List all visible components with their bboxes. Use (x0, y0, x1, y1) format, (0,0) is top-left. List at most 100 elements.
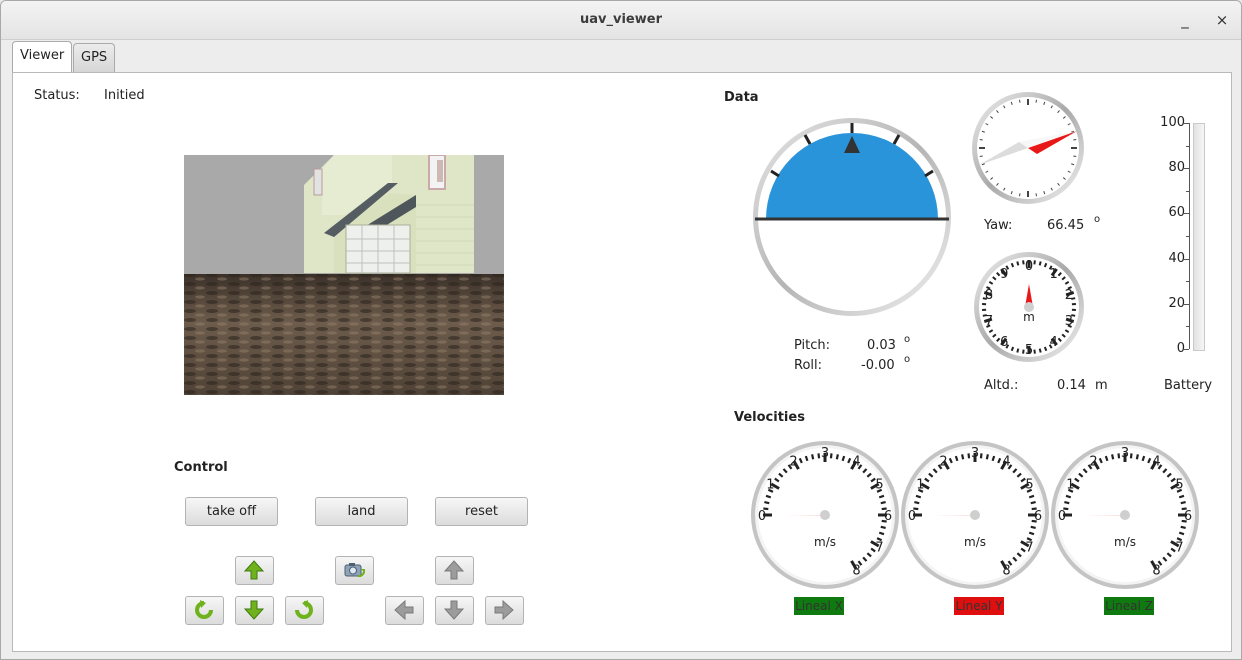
velocity-tick-label: 3 (971, 446, 979, 461)
arrow-up-icon (444, 560, 464, 580)
minimize-button[interactable]: _ (1174, 9, 1196, 31)
camera-image (184, 155, 504, 395)
velocity-tick-label: 0 (908, 509, 916, 524)
battery-tick (1183, 168, 1189, 170)
battery-tick (1183, 213, 1189, 215)
velocity-tick-label: 0 (1058, 509, 1066, 524)
altimeter-digit: 8 (985, 288, 993, 303)
velocity-tick (841, 455, 846, 462)
altimeter-tick (1016, 261, 1020, 266)
camera-switch-button[interactable] (335, 556, 374, 585)
rotate-right-icon (295, 600, 313, 619)
compass-tick (979, 138, 983, 141)
rotate-left-button[interactable] (185, 596, 224, 625)
velocity-tick (961, 454, 965, 460)
compass-tick (979, 155, 983, 158)
velocity-tick (829, 453, 833, 459)
velocity-unit: m/s (1114, 535, 1136, 549)
velocity-tick (1065, 494, 1072, 499)
altimeter-tick (1033, 260, 1036, 265)
velocity-tick-label: 3 (1121, 446, 1129, 461)
altimeter-digit: 0 (1025, 259, 1033, 274)
battery-minor-tick (1186, 326, 1189, 328)
velocity-unit: m/s (814, 535, 836, 549)
velocity-tick (1178, 494, 1185, 499)
reset-button[interactable]: reset (435, 497, 528, 526)
battery-tick (1183, 123, 1189, 124)
velocity-tick (811, 454, 815, 460)
compass-tick (1073, 138, 1077, 141)
altimeter-digit: 6 (1000, 335, 1008, 350)
velocity-tick (914, 501, 920, 505)
move-up-button[interactable] (435, 556, 474, 585)
velocity-tick (764, 501, 770, 505)
arrow-left-icon (394, 600, 414, 620)
velocity-tick-label: 8 (1002, 564, 1010, 579)
take-off-button[interactable]: take off (185, 497, 278, 526)
velocity-tick (880, 501, 886, 505)
move-backward-button[interactable] (235, 596, 274, 625)
velocity-tick (1129, 453, 1133, 459)
tab-viewer[interactable]: Viewer (12, 41, 73, 72)
status-value: Initied (104, 88, 145, 103)
altimeter-digit: 4 (1050, 335, 1058, 350)
move-right-button[interactable] (485, 596, 524, 625)
velocity-tick (991, 455, 996, 462)
lineal-z-label: Lineal Z (1104, 597, 1154, 615)
velocity-tick-label: 6 (884, 509, 892, 524)
land-button[interactable]: land (315, 497, 408, 526)
rotate-right-button[interactable] (285, 596, 324, 625)
compass-tick (1035, 193, 1038, 197)
altimeter-tick (1043, 262, 1048, 268)
altimeter-digit: 3 (1065, 314, 1073, 329)
altimeter-tick (1033, 349, 1036, 354)
velocity-tick (1064, 501, 1070, 505)
velocity-tick (878, 531, 885, 536)
arrow-down-icon (244, 600, 264, 620)
move-left-button[interactable] (385, 596, 424, 625)
attitude-indicator (753, 118, 951, 316)
velocity-tick-label: 7 (1175, 541, 1183, 556)
velocity-tick-label: 0 (758, 509, 766, 524)
velocity-tick (967, 453, 971, 459)
altitude-unit: m (1095, 378, 1108, 393)
tab-gps[interactable]: GPS (73, 43, 116, 72)
velocity-tick-label: 5 (1025, 478, 1033, 493)
battery-tick (1183, 303, 1189, 305)
pitch-unit: o (904, 334, 911, 345)
velocity-tick-label: 2 (789, 454, 797, 469)
close-button[interactable]: × (1211, 9, 1233, 31)
arrow-up-icon (244, 560, 264, 580)
battery-tick (1183, 349, 1189, 350)
move-forward-button[interactable] (235, 556, 274, 585)
altitude-value: 0.14 (1057, 378, 1086, 393)
velocity-tick-label: 1 (916, 478, 924, 493)
altimeter-digit: 5 (1025, 343, 1033, 358)
pitch-label: Pitch: (794, 338, 831, 353)
velocity-tick (1028, 494, 1035, 499)
battery-minor-tick (1186, 281, 1189, 283)
velocity-tick (954, 455, 959, 462)
velocity-tick (985, 454, 989, 460)
velocity-tick (1111, 454, 1115, 460)
velocity-tick (979, 453, 983, 459)
velocities-title: Velocities (734, 410, 805, 425)
velocity-tick-label: 4 (1002, 454, 1010, 469)
move-down-button[interactable] (435, 596, 474, 625)
velocity-tick-label: 8 (1152, 564, 1160, 579)
altimeter-digit: 1 (1050, 267, 1058, 282)
velocity-tick-label: 1 (766, 478, 774, 493)
window-title: uav_viewer (580, 12, 662, 27)
rotate-left-icon (195, 600, 213, 619)
altimeter-digit: 9 (1000, 267, 1008, 282)
altimeter-digit: 2 (1065, 288, 1073, 303)
velocity-tick-label: 6 (1034, 509, 1042, 524)
app-window: uav_viewer _ × Viewer GPS Status: Initie… (0, 0, 1242, 660)
velocity-tick-label: 2 (939, 454, 947, 469)
velocity-tick-label: 7 (1025, 541, 1033, 556)
altitude-label: Altd.: (984, 378, 1019, 393)
altimeter-tick (1022, 260, 1025, 265)
velocity-tick-label: 6 (1184, 509, 1192, 524)
compass-tick (1018, 99, 1021, 103)
battery-gauge: 100 80 60 40 20 0 (1141, 111, 1211, 361)
